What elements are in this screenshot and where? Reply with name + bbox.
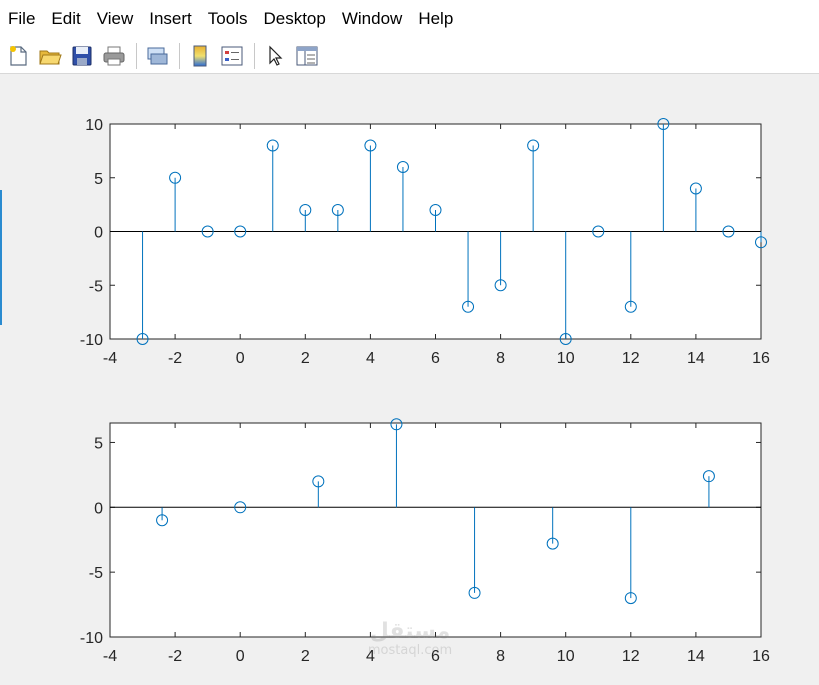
watermark: مستقل mostaql.com: [360, 620, 460, 658]
x-tick-label: 10: [557, 648, 575, 665]
x-tick-label: 16: [752, 648, 770, 665]
x-tick-label: -2: [168, 350, 182, 367]
y-tick-label: 0: [94, 225, 103, 242]
x-tick-label: 2: [301, 350, 310, 367]
plot-area: [109, 422, 762, 638]
x-tick-label: 14: [687, 648, 705, 665]
y-tick-label: -5: [89, 565, 103, 582]
x-tick-label: 10: [557, 350, 575, 367]
x-tick-label: 2: [301, 648, 310, 665]
x-tick-label: 12: [622, 350, 640, 367]
x-tick-label: -4: [103, 648, 117, 665]
y-tick-label: 5: [94, 435, 103, 452]
y-tick-label: 10: [85, 117, 103, 134]
y-tick-label: 0: [94, 500, 103, 517]
x-tick-label: 6: [431, 350, 440, 367]
y-tick-label: 5: [94, 171, 103, 188]
x-tick-label: 12: [622, 648, 640, 665]
x-tick-label: 14: [687, 350, 705, 367]
x-tick-label: 8: [496, 350, 505, 367]
watermark-latin: mostaql.com: [367, 643, 453, 658]
y-tick-label: -5: [89, 278, 103, 295]
y-tick-label: -10: [80, 332, 103, 349]
x-tick-label: 0: [236, 350, 245, 367]
x-tick-label: 0: [236, 648, 245, 665]
x-tick-label: -4: [103, 350, 117, 367]
x-tick-label: 4: [366, 350, 375, 367]
x-tick-label: 16: [752, 350, 770, 367]
y-tick-label: -10: [80, 630, 103, 647]
figure-plots: -4 -2 0 2 4 6 8 10 12 14 16-10-50510-4 -2 0 2 4 6 8 10 12 1…: [80, 117, 770, 665]
watermark-arabic: مستقل: [369, 619, 451, 644]
x-tick-label: 8: [496, 648, 505, 665]
stem-plot-1: -4 -2 0 2 4 6 8 10 12 14 16 -10 -5 0 5 10: [80, 117, 770, 367]
x-tick-label: -2: [168, 648, 182, 665]
